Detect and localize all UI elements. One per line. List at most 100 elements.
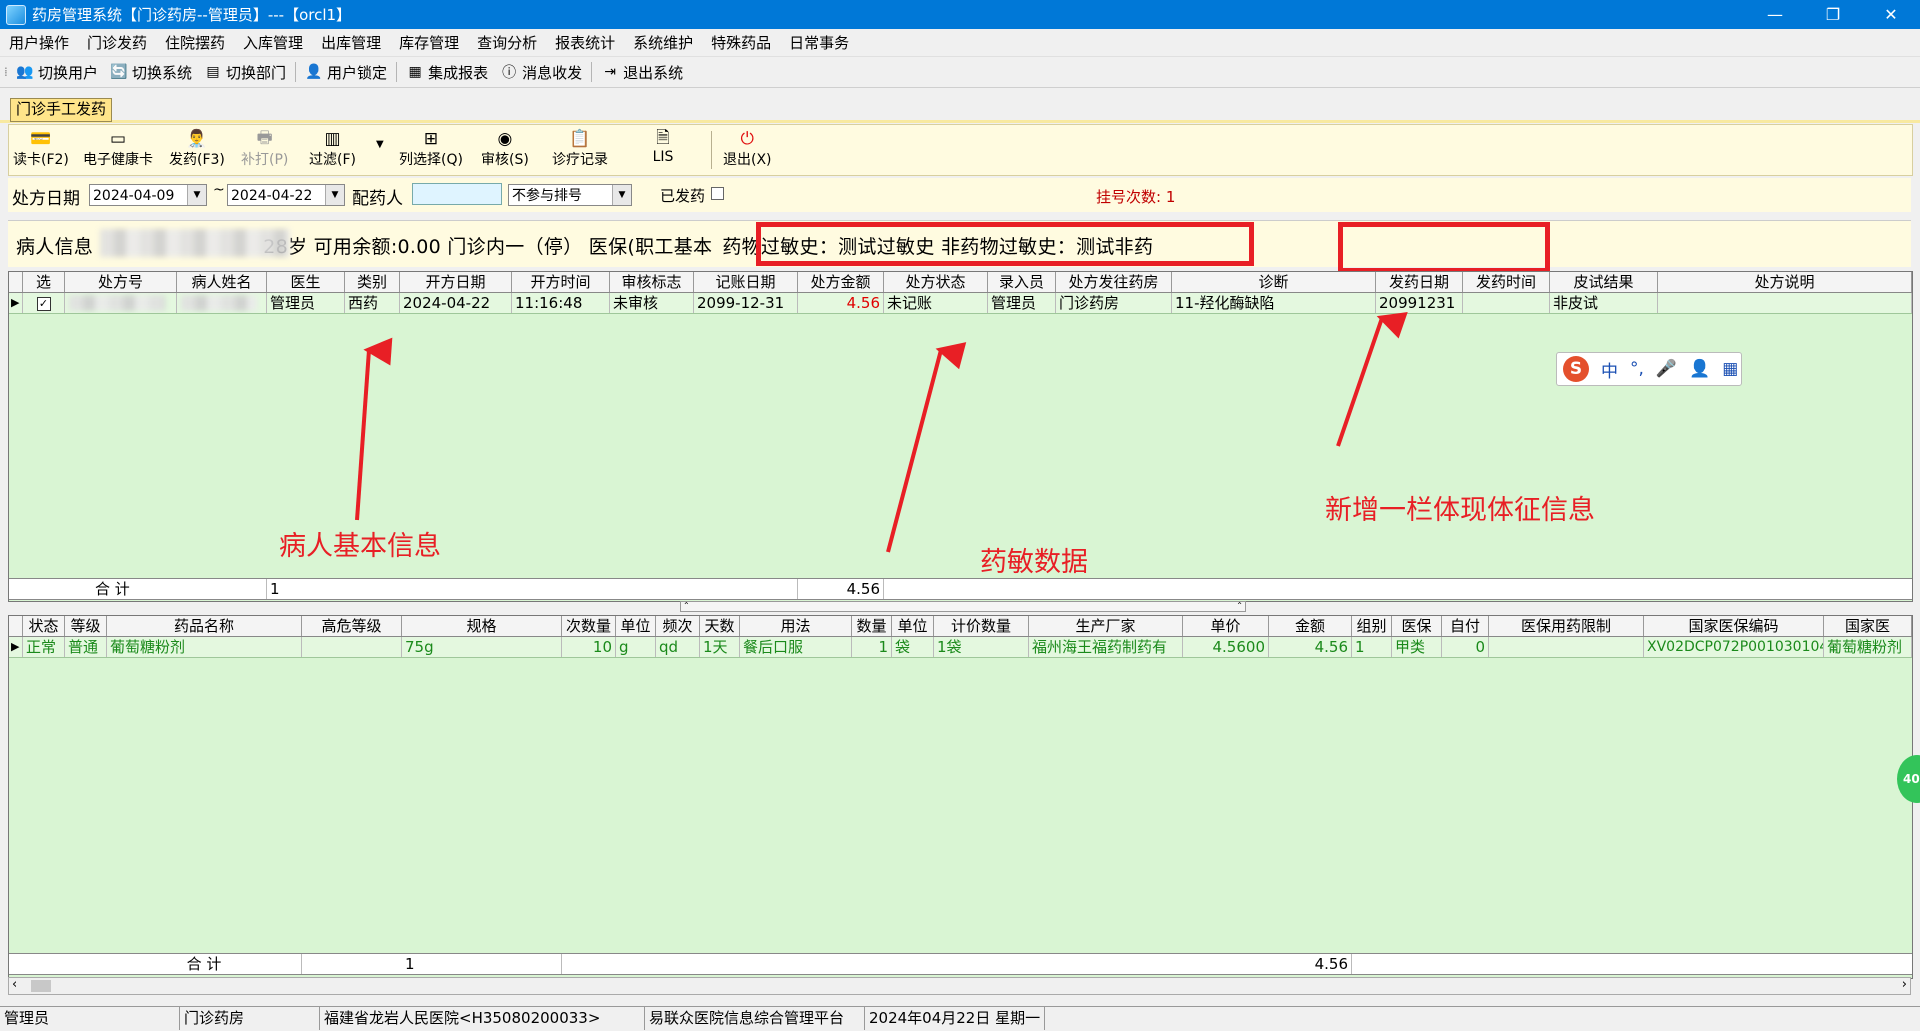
info-icon: ⓘ <box>502 65 517 81</box>
register-count: 挂号次数: 1 <box>1096 188 1176 206</box>
menu-query[interactable]: 查询分析 <box>468 32 546 53</box>
lock-user-icon: 👤 <box>305 64 323 80</box>
chevron-down-icon[interactable]: ▼ <box>187 185 206 205</box>
toolbar-divider <box>711 131 712 169</box>
date-from-picker[interactable]: 2024-04-09 ▼ <box>89 184 207 206</box>
dispense-button[interactable]: 👨‍⚕️ 发药(F3) <box>169 129 225 169</box>
grid-icon[interactable]: ▦ <box>1722 359 1738 379</box>
switch-system-button[interactable]: 🔄 切换系统 <box>104 62 198 83</box>
audit-button[interactable]: ◉ 审核(S) <box>481 129 529 169</box>
menu-stock-in[interactable]: 入库管理 <box>234 32 312 53</box>
pharmacist-input[interactable] <box>412 183 502 205</box>
tab-strip: 门诊手工发药 <box>0 96 1920 123</box>
switch-user-button[interactable]: 👥 切换用户 <box>10 62 104 83</box>
department-icon: ▤ <box>206 64 220 80</box>
drug-grid-header: 状态 等级 药品名称 高危等级 规格 次数量 单位 频次 天数 用法 数量 单位… <box>9 616 1912 637</box>
prescription-total-row: 合 计 1 4.56 <box>9 578 1912 600</box>
select-checkbox[interactable]: ✓ <box>36 296 51 311</box>
card-reader-icon: 💳 <box>30 129 52 149</box>
messages-button[interactable]: ⓘ 消息收发 <box>494 62 588 83</box>
chevron-down-icon[interactable]: ▼ <box>612 185 631 205</box>
print-icon: 🖶 <box>256 127 273 148</box>
integrated-report-button[interactable]: ▦ 集成报表 <box>400 62 494 83</box>
dispensed-label: 已发药 <box>660 187 706 205</box>
menu-inventory[interactable]: 库存管理 <box>390 32 468 53</box>
menu-reports[interactable]: 报表统计 <box>546 32 624 53</box>
filter-icon: ▥ <box>324 129 341 149</box>
window-title: 药房管理系统【门诊药房--管理员】---【orcl1】 <box>32 6 352 24</box>
lis-button[interactable]: 🗎 LIS <box>652 128 674 166</box>
tab-outpatient-dispense[interactable]: 门诊手工发药 <box>10 98 113 122</box>
patient-info-bar: 病人信息 28岁 可用余额:0.00 门诊内一（停） 医保(职工基本 药物过敏史：测… <box>8 220 1911 273</box>
ime-punct[interactable]: °, <box>1630 359 1644 379</box>
audit-icon: ◉ <box>497 129 513 149</box>
microphone-icon[interactable]: 🎤 <box>1656 359 1677 379</box>
exit-system-button[interactable]: ⇥ 退出系统 <box>595 62 689 83</box>
filter-button[interactable]: ▥ 过滤(F) <box>309 129 356 169</box>
records-icon: 📋 <box>569 129 591 149</box>
health-card-button[interactable]: ▭ 电子健康卡 <box>83 129 153 169</box>
reprint-button[interactable]: 🖶 补打(P) <box>241 127 288 169</box>
treatment-records-button[interactable]: 📋 诊疗记录 <box>552 129 608 169</box>
drug-total-row: 合 计 1 4.56 <box>9 953 1912 975</box>
drug-row[interactable]: ▶ 正常 普通 葡萄糖粉剂 75g 10 g qd 1天 餐后口服 1 袋 1袋… <box>9 637 1912 658</box>
exit-button[interactable]: ⏻ 退出(X) <box>723 129 772 169</box>
chevron-down-icon[interactable]: ▼ <box>325 185 344 205</box>
switch-icon: 🔄 <box>110 64 128 80</box>
filter-dropdown-icon[interactable]: ▼ <box>376 139 384 150</box>
switch-department-button[interactable]: ▤ 切换部门 <box>198 62 292 83</box>
dispense-icon: 👨‍⚕️ <box>186 129 208 149</box>
sogou-logo-icon: S <box>1563 356 1589 382</box>
prescription-grid-header: 选 处方号 病人姓名 医生 类别 开方日期 开方时间 审核标志 记账日期 处方金… <box>9 272 1912 293</box>
exit-icon: ⇥ <box>604 64 616 80</box>
column-select-button[interactable]: ⊞ 列选择(Q) <box>399 129 463 169</box>
user-icon[interactable]: 👤 <box>1689 359 1710 379</box>
grid-splitter[interactable]: ⌃ ⌃ <box>680 601 1246 612</box>
menu-special-drugs[interactable]: 特殊药品 <box>702 32 780 53</box>
menu-user-ops[interactable]: 用户操作 <box>0 32 78 53</box>
date-to-picker[interactable]: 2024-04-22 ▼ <box>227 184 345 206</box>
scroll-right-icon[interactable]: › <box>1902 977 1907 992</box>
main-toolbar: 💳 读卡(F2) ▭ 电子健康卡 👨‍⚕️ 发药(F3) 🖶 补打(P) ▥ 过滤(F) … <box>8 124 1913 176</box>
menu-stock-out[interactable]: 出库管理 <box>312 32 390 53</box>
queue-select[interactable]: 不参与排号 ▼ <box>508 184 632 206</box>
minimize-button[interactable]: — <box>1746 0 1804 29</box>
restore-button[interactable]: ❐ <box>1804 0 1862 29</box>
horizontal-scrollbar[interactable]: ‹ › <box>8 977 1911 995</box>
ime-mode[interactable]: 中 <box>1601 357 1618 382</box>
prescription-row[interactable]: ▶ ✓ 管理员 西药 2024-04-22 11:16:48 未审核 2099-… <box>9 293 1912 314</box>
columns-icon: ⊞ <box>423 129 439 149</box>
annotation-allergy-data: 药敏数据 <box>980 547 1088 578</box>
status-platform: 易联众医院信息综合管理平台 <box>645 1007 865 1030</box>
scroll-thumb[interactable] <box>31 980 51 992</box>
menu-daily[interactable]: 日常事务 <box>780 32 858 53</box>
drug-detail-grid: 状态 等级 药品名称 高危等级 规格 次数量 单位 频次 天数 用法 数量 单位… <box>8 615 1913 979</box>
menu-system[interactable]: 系统维护 <box>624 32 702 53</box>
users-icon: 👥 <box>16 64 34 80</box>
vital-signs-placeholder-box <box>1338 222 1550 273</box>
status-hospital: 福建省龙岩人民医院<H35080200033> <box>320 1007 645 1030</box>
health-card-icon: ▭ <box>109 129 127 149</box>
app-icon <box>6 4 26 25</box>
menu-inpatient[interactable]: 住院摆药 <box>156 32 234 53</box>
quick-toolbar: ⁞ 👥 切换用户 🔄 切换系统 ▤ 切换部门 👤 用户锁定 ▦ 集成报表 ⓘ 消息收发 ⇥ 退… <box>0 57 1920 88</box>
status-user: 管理员 <box>0 1007 180 1030</box>
allergy-highlight-box <box>756 222 1254 266</box>
date-range-tilde: ~ <box>213 182 225 198</box>
grip-icon: ⁞ <box>4 65 8 79</box>
annotation-new-column: 新增一栏体现体征信息 <box>1325 495 1595 526</box>
menu-outpatient[interactable]: 门诊发药 <box>78 32 156 53</box>
lock-user-button[interactable]: 👤 用户锁定 <box>299 62 393 83</box>
redacted-rx-number <box>69 295 165 311</box>
read-card-button[interactable]: 💳 读卡(F2) <box>13 129 69 169</box>
redacted-patient-name <box>181 295 257 311</box>
scroll-left-icon[interactable]: ‹ <box>12 977 17 992</box>
ime-toolbar[interactable]: S 中 °, 🎤 👤 ▦ <box>1556 352 1742 386</box>
redacted-name <box>100 229 290 257</box>
status-bar: 管理员 门诊药房 福建省龙岩人民医院<H35080200033> 易联众医院信息… <box>0 1006 1920 1031</box>
dispensed-checkbox[interactable] <box>711 187 724 200</box>
pharmacist-label: 配药人 <box>352 189 403 209</box>
power-icon: ⏻ <box>740 129 754 149</box>
close-button[interactable]: ✕ <box>1862 0 1920 29</box>
title-bar: 药房管理系统【门诊药房--管理员】---【orcl1】 — ❐ ✕ <box>0 0 1920 29</box>
